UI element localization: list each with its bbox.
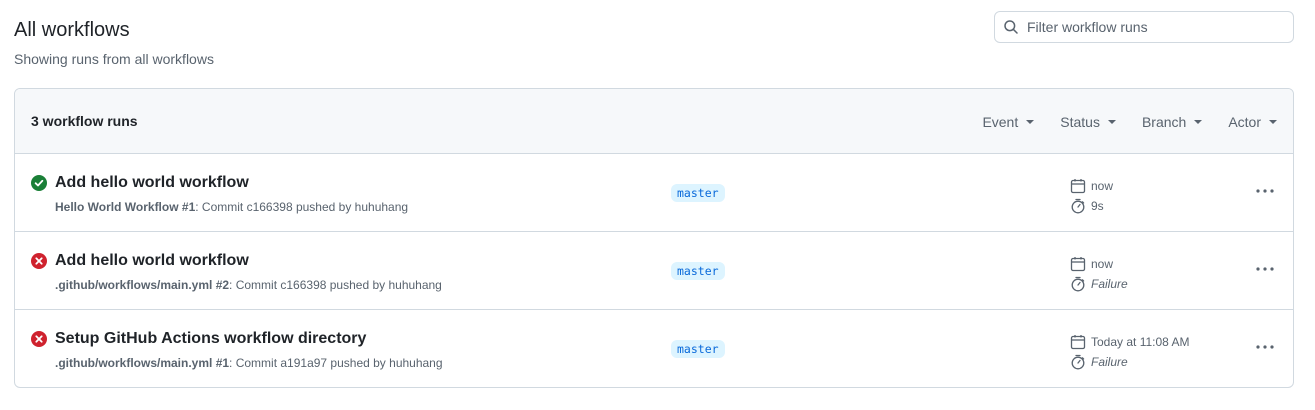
- workflow-runs-list: 3 workflow runs Event Status Branch Acto…: [14, 88, 1294, 388]
- caret-down-icon: [1194, 119, 1203, 124]
- branch-label[interactable]: master: [671, 184, 725, 202]
- run-title-link[interactable]: Add hello world workflow: [55, 173, 249, 193]
- branch-filter-label: Branch: [1141, 113, 1187, 130]
- run-more-options-button[interactable]: [1255, 181, 1275, 201]
- run-more-options-button[interactable]: [1255, 259, 1275, 279]
- status-filter-label: Status: [1060, 113, 1100, 130]
- kebab-horizontal-icon: [1256, 189, 1274, 193]
- caret-down-icon: [1269, 119, 1277, 124]
- page-subtitle: Showing runs from all workflows: [14, 51, 214, 67]
- run-commit-detail: : Commit c166398 pushed by huhuhang: [195, 200, 409, 214]
- event-filter-menu[interactable]: Event: [982, 113, 1035, 130]
- x-circle-icon: [31, 253, 47, 269]
- runs-list-header: 3 workflow runs Event Status Branch Acto…: [15, 89, 1293, 154]
- page-header: All workflows Showing runs from all work…: [14, 18, 214, 68]
- filter-runs-search[interactable]: [994, 11, 1294, 43]
- caret-down-icon: [1026, 119, 1035, 124]
- x-circle-icon: [31, 331, 47, 347]
- calendar-icon: [1070, 257, 1086, 272]
- run-duration: Failure: [1091, 277, 1128, 291]
- workflow-run-row: Setup GitHub Actions workflow directory …: [15, 310, 1293, 387]
- filter-runs-input[interactable]: [1027, 13, 1277, 41]
- calendar-icon: [1070, 179, 1086, 194]
- run-time: now: [1091, 179, 1114, 193]
- run-workflow-name: Hello World Workflow: [55, 200, 179, 214]
- run-time: now: [1091, 257, 1114, 271]
- caret-down-icon: [1107, 119, 1116, 124]
- calendar-icon: [1070, 335, 1086, 350]
- run-more-options-button[interactable]: [1255, 337, 1275, 357]
- run-timing: Today at 11:08 AM Failure: [1070, 332, 1190, 372]
- check-circle-icon: [31, 175, 47, 191]
- run-number: #2: [212, 278, 230, 292]
- run-timing: now 9s: [1070, 176, 1113, 216]
- runs-count: 3 workflow runs: [31, 113, 138, 129]
- run-workflow-name: .github/workflows/main.yml: [55, 356, 213, 370]
- run-timing: now Failure: [1070, 254, 1128, 294]
- run-meta: .github/workflows/main.yml #2: Commit c1…: [55, 277, 442, 293]
- run-title-link[interactable]: Add hello world workflow: [55, 251, 249, 271]
- kebab-horizontal-icon: [1256, 345, 1274, 349]
- actor-filter-menu[interactable]: Actor: [1228, 114, 1277, 130]
- branch-filter-menu[interactable]: Branch: [1141, 113, 1203, 130]
- page-title: All workflows: [14, 19, 130, 41]
- run-number: #1: [212, 356, 230, 370]
- branch-label[interactable]: master: [671, 262, 725, 280]
- run-time: Today at 11:08 AM: [1091, 335, 1190, 349]
- run-commit-detail: : Commit c166398 pushed by huhuhang: [229, 278, 442, 292]
- run-commit-detail: : Commit a191a97 pushed by huhuhang: [229, 356, 443, 370]
- stopwatch-icon: [1071, 354, 1085, 370]
- stopwatch-icon: [1071, 198, 1085, 214]
- run-duration: Failure: [1091, 355, 1128, 369]
- actor-filter-label: Actor: [1228, 113, 1261, 130]
- search-icon: [1004, 20, 1018, 34]
- run-meta: Hello World Workflow #1: Commit c166398 …: [55, 199, 408, 215]
- status-filter-menu[interactable]: Status: [1060, 114, 1116, 130]
- kebab-horizontal-icon: [1256, 267, 1274, 271]
- stopwatch-icon: [1071, 276, 1085, 292]
- workflow-run-row: Add hello world workflow .github/workflo…: [15, 232, 1293, 310]
- workflow-run-row: Add hello world workflow Hello World Wor…: [15, 154, 1293, 232]
- event-filter-label: Event: [982, 113, 1019, 130]
- run-title-link[interactable]: Setup GitHub Actions workflow directory: [55, 329, 366, 349]
- run-workflow-name: .github/workflows/main.yml: [55, 278, 213, 292]
- runs-filter-menus: Event Status Branch Actor: [956, 89, 1277, 154]
- run-number: #1: [178, 200, 196, 214]
- run-duration: 9s: [1091, 199, 1104, 213]
- run-meta: .github/workflows/main.yml #1: Commit a1…: [55, 355, 443, 371]
- branch-label[interactable]: master: [671, 340, 725, 358]
